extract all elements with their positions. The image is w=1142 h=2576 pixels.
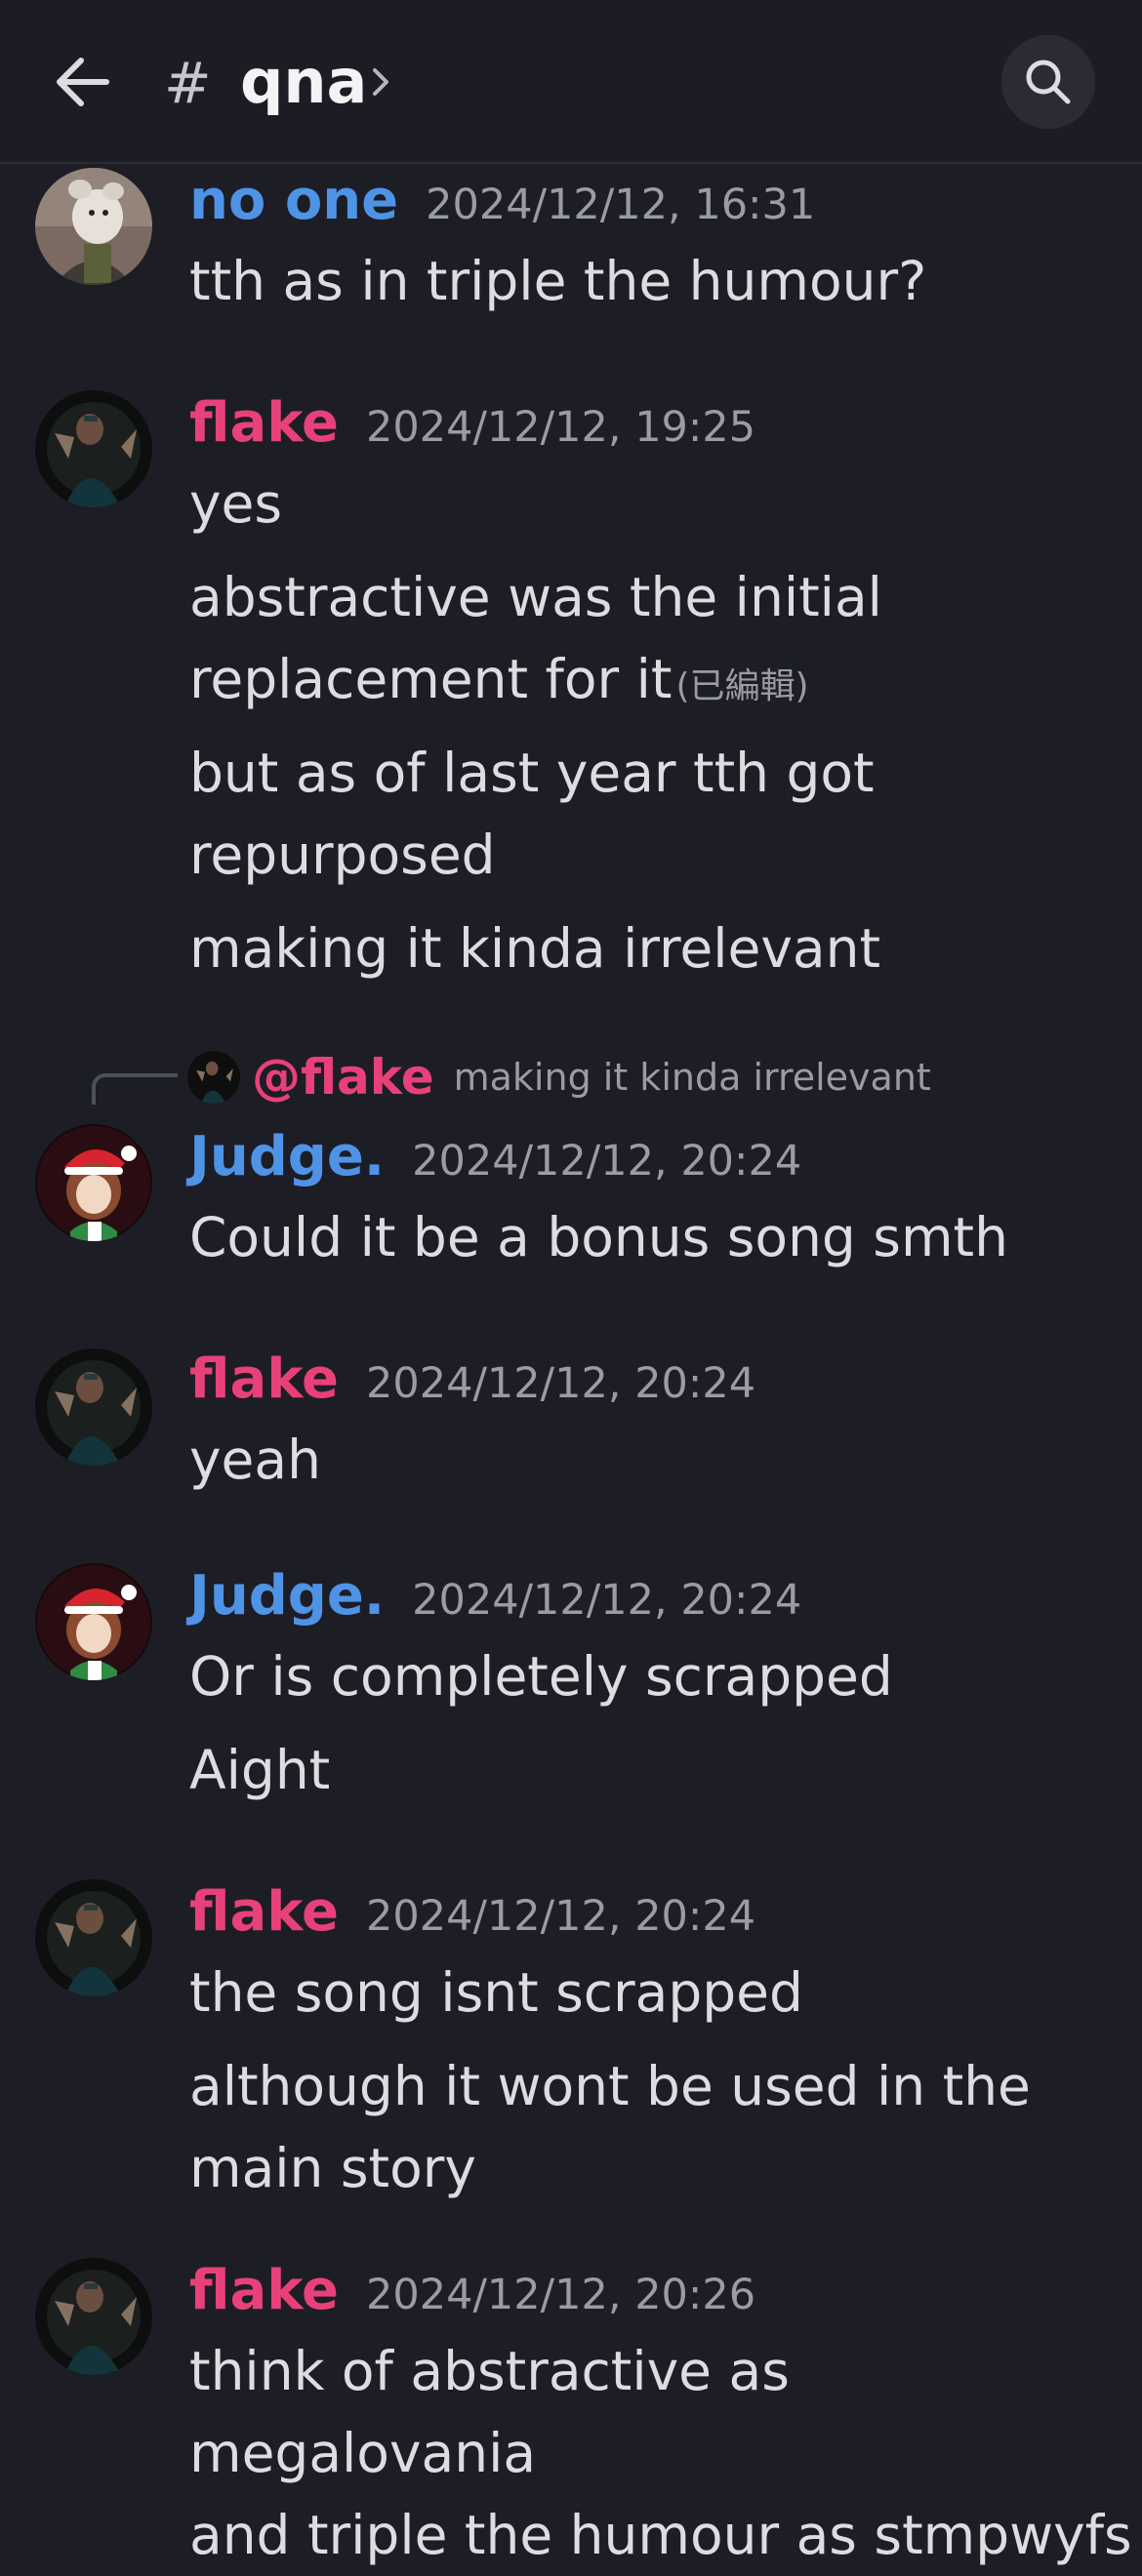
reply-avatar (187, 1051, 240, 1104)
message-text: repurposed (189, 824, 496, 886)
timestamp: 2024/12/12, 16:31 (426, 181, 816, 229)
timestamp: 2024/12/12, 20:24 (366, 1892, 756, 1941)
channel-name[interactable]: qna (240, 43, 367, 121)
search-button[interactable] (1001, 35, 1095, 129)
avatar-image (35, 1348, 152, 1466)
back-button[interactable] (43, 43, 121, 121)
timestamp: 2024/12/12, 20:24 (412, 1137, 802, 1186)
reply-mention[interactable]: @flake (252, 1049, 434, 1106)
message-header: flake 2024/12/12, 20:24 (189, 1343, 755, 1417)
avatar[interactable] (35, 1563, 152, 1680)
reply-preview-text: making it kinda irrelevant (453, 1056, 931, 1099)
message-header: flake 2024/12/12, 19:25 (189, 386, 755, 461)
message-header: Judge. 2024/12/12, 20:24 (189, 1120, 801, 1194)
avatar-image (35, 2258, 152, 2375)
message-text: think of abstractive as (189, 2340, 790, 2402)
avatar-image (187, 1051, 240, 1104)
message-text: but as of last year tth got (189, 742, 875, 804)
message-text: the song isnt scrapped (189, 1961, 803, 2024)
timestamp: 2024/12/12, 20:24 (412, 1576, 802, 1625)
message-text: tth as in triple the humour? (189, 250, 927, 312)
reply-connector (92, 1073, 178, 1105)
message-text: Could it be a bonus song smth (189, 1206, 1008, 1268)
author-name[interactable]: no one (189, 164, 398, 238)
back-arrow-icon (57, 58, 109, 106)
message-text: and triple the humour as stmpwyfs (189, 2504, 1132, 2566)
message-text: replacement for it (已編輯) (189, 638, 809, 728)
author-name[interactable]: flake (189, 386, 339, 461)
author-name[interactable]: Judge. (189, 1559, 385, 1633)
avatar[interactable] (35, 1348, 152, 1466)
avatar-image (35, 390, 152, 507)
timestamp: 2024/12/12, 20:24 (366, 1359, 756, 1408)
avatar-image (35, 1124, 152, 1241)
message-text: main story (189, 2137, 476, 2199)
message-header: no one 2024/12/12, 16:31 (189, 164, 815, 238)
chevron-right-icon[interactable] (369, 64, 394, 100)
author-name[interactable]: flake (189, 1875, 339, 1950)
avatar[interactable] (35, 2258, 152, 2375)
message-text: megalovania (189, 2422, 537, 2484)
avatar[interactable] (35, 390, 152, 507)
author-name[interactable]: flake (189, 2254, 339, 2328)
avatar[interactable] (35, 1124, 152, 1241)
edited-label: (已編輯) (675, 666, 809, 706)
author-name[interactable]: flake (189, 1343, 339, 1417)
message-text: Or is completely scrapped (189, 1645, 893, 1708)
author-name[interactable]: Judge. (189, 1120, 385, 1194)
message-text-part: replacement for it (189, 648, 673, 710)
message-text: making it kinda irrelevant (189, 917, 881, 980)
message-text: Aight (189, 1739, 331, 1801)
channel-header: # qna (0, 0, 1142, 164)
message-text: yeah (189, 1429, 321, 1491)
message-header: Judge. 2024/12/12, 20:24 (189, 1559, 801, 1633)
message-text: yes (189, 472, 283, 535)
avatar-image (35, 1879, 152, 1996)
avatar-image (35, 168, 152, 285)
message-header: flake 2024/12/12, 20:26 (189, 2254, 755, 2328)
message-text: abstractive was the initial (189, 566, 882, 628)
avatar[interactable] (35, 1879, 152, 1996)
search-icon (1026, 60, 1071, 104)
channel-hash-icon: # (164, 50, 212, 116)
reply-reference[interactable]: @flake making it kinda irrelevant (187, 1046, 931, 1108)
message-header: flake 2024/12/12, 20:24 (189, 1875, 755, 1950)
timestamp: 2024/12/12, 19:25 (366, 403, 756, 452)
timestamp: 2024/12/12, 20:26 (366, 2271, 756, 2319)
message-text: although it wont be used in the (189, 2055, 1031, 2117)
avatar[interactable] (35, 168, 152, 285)
avatar-image (35, 1563, 152, 1680)
